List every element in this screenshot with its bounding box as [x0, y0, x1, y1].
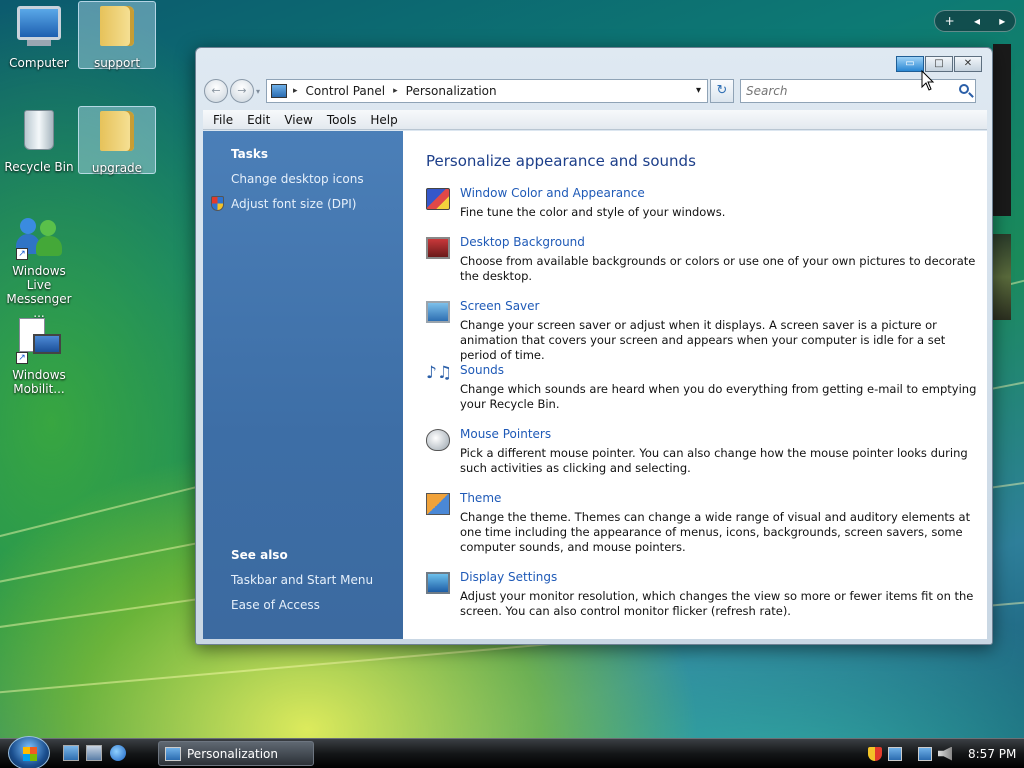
- section-description: Choose from available backgrounds or col…: [460, 254, 976, 283]
- desktop-icon-label: support: [93, 56, 141, 70]
- desktop-icon-computer[interactable]: Computer: [0, 2, 78, 70]
- desktop-icon-label: Recycle Bin: [4, 160, 74, 174]
- gadget-next-button[interactable]: ▸: [999, 14, 1005, 28]
- desktop-icon-label: Windows Mobilit...: [12, 368, 66, 396]
- back-button[interactable]: ←: [204, 79, 228, 103]
- desktop-icon-messenger[interactable]: ↗ Windows Live Messenger ...: [0, 210, 78, 320]
- theme-icon: [426, 493, 450, 515]
- recent-pages-dropdown[interactable]: ▾: [256, 87, 264, 96]
- folder-icon: [92, 111, 142, 157]
- windows-mobile-icon[interactable]: [888, 746, 902, 761]
- adjust-font-size-link[interactable]: Adjust font size (DPI): [231, 197, 356, 211]
- close-button[interactable]: ✕: [954, 56, 982, 72]
- window-color-icon: [426, 188, 450, 210]
- see-also-heading: See also: [231, 548, 288, 562]
- mouse-pointer-icon: [426, 429, 450, 451]
- navigation-bar: ← → ▾ ▸ Control Panel ▸ Personalization …: [204, 78, 986, 104]
- start-button[interactable]: [8, 736, 50, 768]
- mobility-center-icon: ↗: [14, 318, 64, 364]
- taskbar-button-label: Personalization: [187, 746, 278, 761]
- menu-edit[interactable]: Edit: [241, 113, 276, 127]
- switch-windows-icon[interactable]: [86, 745, 102, 761]
- tasks-heading: Tasks: [231, 147, 269, 161]
- screen-saver-icon: [426, 301, 450, 323]
- shortcut-arrow-icon: ↗: [16, 352, 28, 364]
- network-icon[interactable]: [918, 746, 932, 761]
- search-icon[interactable]: [959, 84, 969, 94]
- control-panel-icon: [165, 746, 181, 761]
- desktop-icon-recycle-bin[interactable]: Recycle Bin: [0, 106, 78, 174]
- search-input[interactable]: [746, 84, 946, 98]
- internet-explorer-icon[interactable]: [110, 745, 126, 761]
- menu-view[interactable]: View: [278, 113, 318, 127]
- section-description: Adjust your monitor resolution, which ch…: [460, 589, 974, 618]
- theme-link[interactable]: Theme: [460, 491, 501, 505]
- breadcrumb-personalization[interactable]: Personalization: [406, 84, 497, 98]
- refresh-button[interactable]: ↻: [710, 79, 734, 103]
- recycle-bin-icon: [14, 110, 64, 156]
- search-box: [740, 79, 976, 103]
- sidebar-gadget-controls: + ◂ ▸: [934, 10, 1016, 32]
- volume-muted-icon[interactable]: [938, 746, 952, 761]
- desktop-background-link[interactable]: Desktop Background: [460, 235, 585, 249]
- show-desktop-icon[interactable]: [63, 745, 79, 761]
- notification-area: 8:57 PM: [868, 741, 1024, 766]
- gadget-panel: [993, 44, 1011, 216]
- add-gadget-button[interactable]: +: [945, 14, 955, 28]
- desktop-background-icon: [426, 237, 450, 259]
- breadcrumb-separator[interactable]: ▸: [293, 86, 298, 96]
- desktop-icon-label: Computer: [9, 56, 69, 70]
- section-description: Fine tune the color and style of your wi…: [460, 205, 726, 219]
- display-settings-icon: [426, 572, 450, 594]
- address-dropdown-icon[interactable]: ▾: [696, 85, 701, 96]
- menu-file[interactable]: File: [207, 113, 239, 127]
- taskbar-button-personalization[interactable]: Personalization: [158, 741, 314, 766]
- control-panel-icon: [271, 84, 287, 98]
- breadcrumb-separator[interactable]: ▸: [393, 86, 398, 96]
- shortcut-arrow-icon: ↗: [16, 248, 28, 260]
- taskbar-start-menu-link[interactable]: Taskbar and Start Menu: [231, 573, 373, 587]
- menu-bar: File Edit View Tools Help: [203, 110, 987, 130]
- address-bar[interactable]: ▸ Control Panel ▸ Personalization ▾: [266, 79, 708, 103]
- mouse-pointers-link[interactable]: Mouse Pointers: [460, 427, 551, 441]
- window-controls: ▭ □ ✕: [896, 56, 982, 72]
- section-description: Change which sounds are heard when you d…: [460, 382, 977, 411]
- security-center-icon[interactable]: [868, 746, 882, 761]
- display-settings-link[interactable]: Display Settings: [460, 570, 557, 584]
- sounds-link[interactable]: Sounds: [460, 363, 504, 377]
- menu-tools[interactable]: Tools: [321, 113, 363, 127]
- content-pane: Personalize appearance and sounds Window…: [403, 131, 987, 639]
- desktop-icon-label: Windows Live Messenger ...: [6, 264, 72, 320]
- uac-shield-icon: [211, 196, 224, 211]
- breadcrumb-control-panel[interactable]: Control Panel: [306, 84, 386, 98]
- section-description: Change the theme. Themes can change a wi…: [460, 510, 971, 554]
- desktop-icon-support[interactable]: support: [78, 1, 156, 70]
- task-pane: Tasks Change desktop icons Adjust font s…: [203, 131, 403, 639]
- desktop-icon-label: upgrade: [91, 161, 143, 175]
- computer-icon: [14, 6, 64, 52]
- gadget-prev-button[interactable]: ◂: [974, 14, 980, 28]
- minimize-button[interactable]: ▭: [896, 56, 924, 72]
- mouse-cursor-icon: [921, 70, 935, 91]
- desktop-icon-upgrade[interactable]: upgrade: [78, 106, 156, 175]
- personalization-window: ▭ □ ✕ ← → ▾ ▸ Control Panel ▸ Personaliz…: [195, 47, 993, 645]
- screen-saver-link[interactable]: Screen Saver: [460, 299, 539, 313]
- ease-of-access-link[interactable]: Ease of Access: [231, 598, 320, 612]
- desktop-icon-mobility[interactable]: ↗ Windows Mobilit...: [0, 314, 78, 396]
- section-description: Pick a different mouse pointer. You can …: [460, 446, 968, 475]
- change-desktop-icons-link[interactable]: Change desktop icons: [231, 172, 364, 186]
- slideshow-gadget: [993, 234, 1011, 320]
- clock[interactable]: 8:57 PM: [968, 747, 1016, 761]
- menu-help[interactable]: Help: [364, 113, 403, 127]
- forward-button[interactable]: →: [230, 79, 254, 103]
- messenger-icon: ↗: [14, 214, 64, 260]
- section-description: Change your screen saver or adjust when …: [460, 318, 946, 362]
- sounds-icon: [426, 363, 452, 387]
- folder-icon: [92, 6, 142, 52]
- window-color-link[interactable]: Window Color and Appearance: [460, 186, 645, 200]
- page-title: Personalize appearance and sounds: [426, 152, 696, 170]
